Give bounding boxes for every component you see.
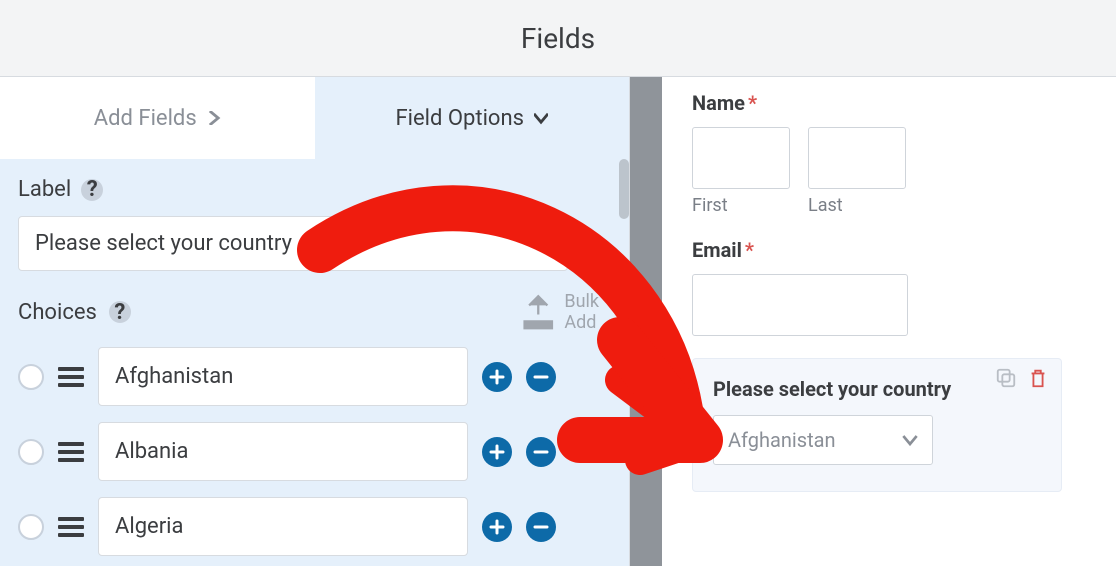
tab-add-fields[interactable]: Add Fields [0,77,315,159]
tab-add-fields-label: Add Fields [94,106,197,131]
preview-panel: Name* First Last Email* [662,77,1116,566]
panel-divider [630,77,662,566]
add-choice-button[interactable] [482,362,512,392]
minus-icon [533,444,549,460]
plus-icon [489,444,505,460]
name-label: Name* [692,91,1086,115]
bulk-add-label: Bulk Add [564,291,599,333]
duplicate-icon[interactable] [995,367,1017,389]
plus-icon [489,369,505,385]
choice-row [0,414,629,489]
country-field-card[interactable]: Please select your country Afghanistan [692,358,1062,492]
scrollbar-thumb[interactable] [619,159,629,219]
last-name-input[interactable] [808,127,906,189]
page-header: Fields [0,0,1116,77]
email-field-block: Email* [692,238,1086,336]
name-field-block: Name* First Last [692,91,1086,216]
email-input[interactable] [692,274,908,336]
label-section-header: Label ? [0,159,629,212]
add-choice-button[interactable] [482,437,512,467]
choice-input[interactable] [98,422,468,481]
email-label: Email* [692,238,1086,262]
choice-input[interactable] [98,347,468,406]
country-field-label: Please select your country [713,377,1041,401]
choices-header: Choices ? Bulk Add [0,291,629,339]
drag-handle-icon[interactable] [58,517,84,537]
first-sublabel: First [692,195,790,216]
name-label-text: Name [692,91,745,115]
main-area: Add Fields Field Options Label ? Choices… [0,77,1116,566]
chevron-down-icon [902,432,918,448]
label-input[interactable] [18,216,568,271]
last-sublabel: Last [808,195,906,216]
tab-field-options[interactable]: Field Options [315,77,630,159]
help-icon[interactable]: ? [81,179,103,201]
choice-default-radio[interactable] [18,439,44,465]
choice-default-radio[interactable] [18,364,44,390]
remove-choice-button[interactable] [526,362,556,392]
choice-row [0,339,629,414]
add-choice-button[interactable] [482,512,512,542]
upload-icon [520,294,557,331]
tab-field-options-label: Field Options [396,106,524,131]
drag-handle-icon[interactable] [58,367,84,387]
choice-default-radio[interactable] [18,514,44,540]
minus-icon [533,369,549,385]
help-icon[interactable]: ? [109,301,131,323]
left-panel: Add Fields Field Options Label ? Choices… [0,77,630,566]
email-label-text: Email [692,238,742,262]
country-select[interactable]: Afghanistan [713,415,933,465]
label-heading: Label [18,177,71,202]
chevron-down-icon [534,111,548,125]
bulk-add-button[interactable]: Bulk Add [520,291,599,333]
remove-choice-button[interactable] [526,512,556,542]
required-asterisk: * [745,238,754,262]
choice-input[interactable] [98,497,468,556]
choice-row [0,489,629,564]
tab-bar: Add Fields Field Options [0,77,629,159]
plus-icon [489,519,505,535]
chevron-right-icon [207,111,221,125]
minus-icon [533,519,549,535]
required-asterisk: * [748,91,757,115]
trash-icon[interactable] [1027,367,1049,389]
page-title: Fields [521,22,595,55]
remove-choice-button[interactable] [526,437,556,467]
country-selected-value: Afghanistan [728,428,836,452]
choices-heading: Choices [18,300,97,325]
drag-handle-icon[interactable] [58,442,84,462]
first-name-input[interactable] [692,127,790,189]
